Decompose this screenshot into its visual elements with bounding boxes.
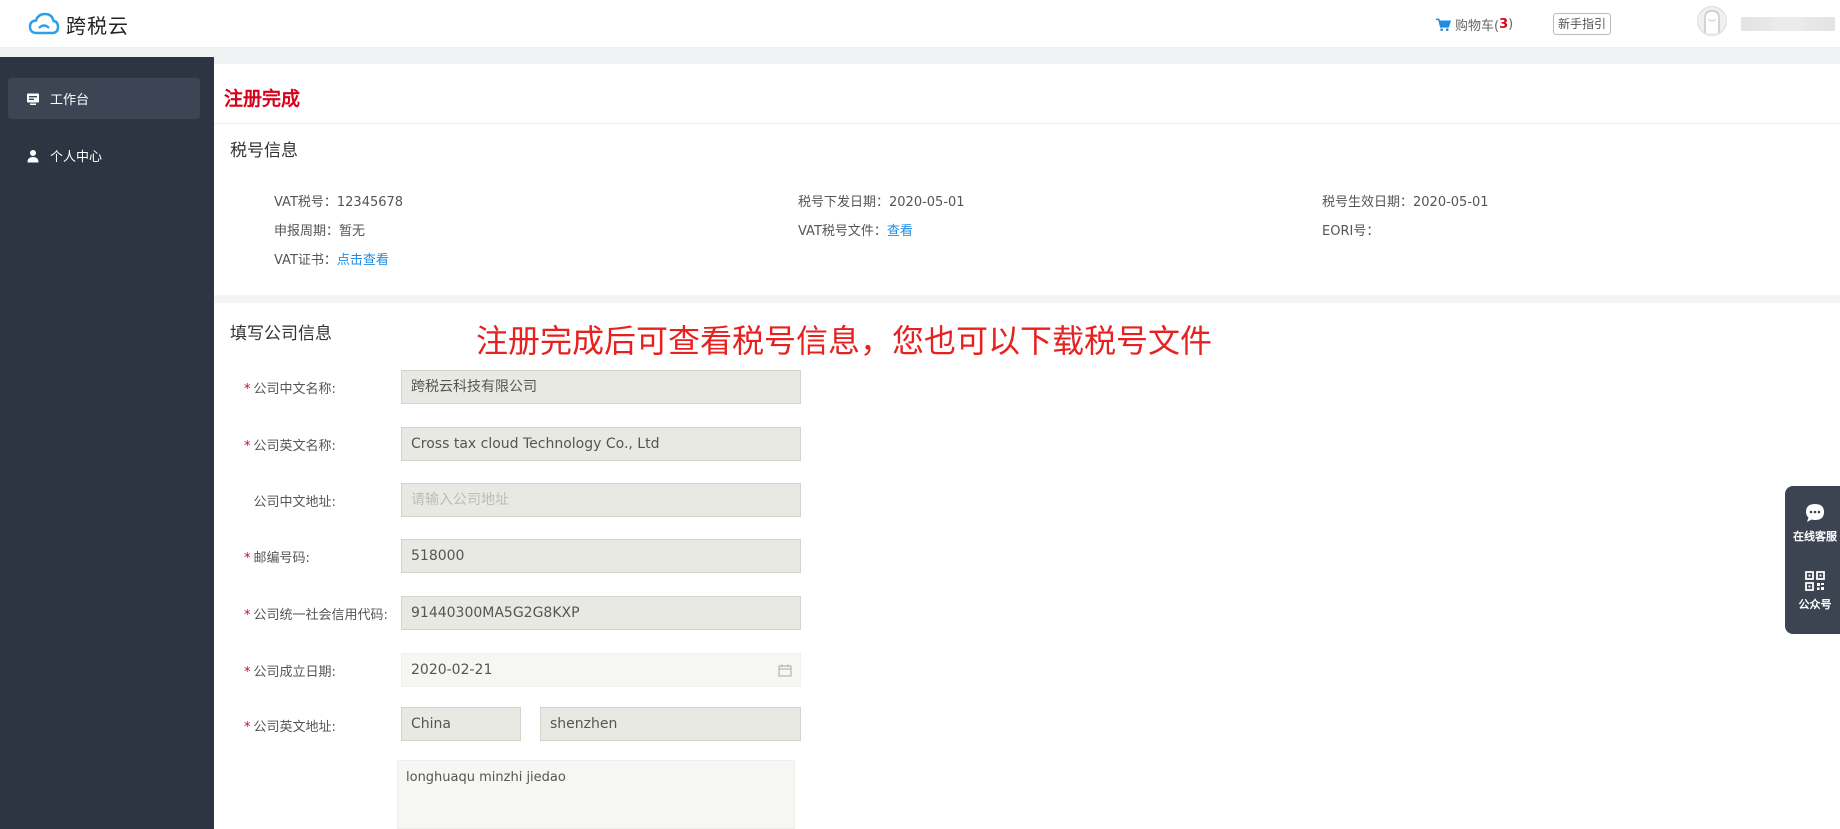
vat-cert-label: VAT证书： [274, 253, 337, 268]
required-marker: * [244, 665, 251, 680]
eori-label: EORI号： [1322, 224, 1380, 239]
cart-label-close: ) [1508, 17, 1514, 32]
en-name-label: 公司英文名称: [253, 439, 336, 454]
postcode-field[interactable]: 518000 [401, 539, 801, 573]
required-marker: * [244, 439, 251, 454]
vat-file-label: VAT税号文件： [798, 224, 887, 239]
postcode-label-wrap: * 邮编号码: [244, 547, 378, 566]
effective-date-row: 税号生效日期：2020-05-01 [1322, 191, 1489, 210]
en-address-label-wrap: * 公司英文地址: [244, 716, 378, 735]
avatar[interactable] [1697, 6, 1727, 36]
vat-number-row: VAT税号：12345678 [274, 191, 403, 210]
effective-date-value: 2020-05-01 [1413, 195, 1489, 210]
postcode-label: 邮编号码: [253, 551, 310, 566]
founded-label-wrap: * 公司成立日期: [244, 661, 378, 680]
annotation-note: 注册完成后可查看税号信息，您也可以下载税号文件 [476, 322, 1213, 360]
issue-date-label: 税号下发日期： [798, 195, 890, 210]
user-avatar-icon [1704, 10, 1720, 33]
filing-period-row: 申报周期：暂无 [274, 220, 365, 239]
credit-code-label: 公司统一社会信用代码: [253, 608, 388, 623]
cart-count-badge: 3 [1499, 17, 1509, 32]
cart-label: 购物车( [1455, 19, 1500, 34]
required-marker: * [244, 608, 251, 623]
cn-address-label: 公司中文地址: [253, 495, 336, 510]
section-divider [214, 295, 1840, 303]
city-field[interactable]: shenzhen [540, 707, 801, 741]
street-address-textarea[interactable]: longhuaqu minzhi jiedao [397, 760, 795, 829]
online-service-button[interactable]: 在线客服 [1785, 502, 1840, 544]
credit-code-field[interactable]: 91440300MA5G2G8KXP [401, 596, 801, 630]
top-header: 跨税云 购物车(3) 新手指引 [0, 0, 1840, 48]
chat-bubble-icon [1806, 504, 1824, 522]
founded-date-value: 2020-02-21 [411, 662, 493, 678]
page-title: 注册完成 [224, 88, 301, 110]
company-info-section-title: 填写公司信息 [230, 324, 332, 344]
online-service-label: 在线客服 [1793, 530, 1837, 543]
eori-row: EORI号： [1322, 220, 1379, 239]
title-bar: 注册完成 [214, 64, 1840, 124]
vat-file-row: VAT税号文件：查看 [798, 220, 913, 239]
required-marker: * [244, 720, 251, 735]
tax-info-section-title: 税号信息 [230, 141, 298, 161]
cn-name-field[interactable]: 跨税云科技有限公司 [401, 370, 801, 404]
vat-cert-view-link[interactable]: 点击查看 [337, 253, 389, 268]
effective-date-label: 税号生效日期： [1322, 195, 1414, 210]
main-content: 注册完成 税号信息 VAT税号：12345678 税号下发日期：2020-05-… [214, 64, 1840, 829]
vat-number-value: 12345678 [336, 195, 404, 210]
brand-logo[interactable]: 跨税云 [28, 8, 129, 40]
cn-name-label: 公司中文名称: [253, 382, 336, 397]
credit-code-label-wrap: * 公司统一社会信用代码: [244, 604, 388, 623]
cart-link[interactable]: 购物车(3) [1436, 15, 1513, 34]
en-name-label-wrap: * 公司英文名称: [244, 435, 378, 454]
username-blurred[interactable] [1741, 17, 1835, 31]
filing-period-value: 暂无 [339, 224, 366, 239]
founded-label: 公司成立日期: [253, 665, 336, 680]
cn-name-label-wrap: * 公司中文名称: [244, 378, 378, 397]
en-name-field[interactable]: Cross tax cloud Technology Co., Ltd [401, 427, 801, 461]
vat-file-view-link[interactable]: 查看 [887, 224, 913, 239]
brand-name: 跨税云 [66, 13, 129, 38]
sidebar-item-label: 个人中心 [50, 150, 103, 165]
country-field[interactable]: China [401, 707, 521, 741]
cn-address-field[interactable]: 请输入公司地址 [401, 483, 801, 517]
wechat-account-button[interactable]: 公众号 [1785, 570, 1840, 612]
issue-date-value: 2020-05-01 [889, 195, 965, 210]
issue-date-row: 税号下发日期：2020-05-01 [798, 191, 965, 210]
en-address-label: 公司英文地址: [253, 720, 336, 735]
sidebar-item-personal-center[interactable]: 个人中心 [8, 135, 200, 176]
cart-icon [1436, 18, 1451, 31]
float-service-panel: 在线客服 公众号 [1785, 486, 1840, 634]
qr-code-icon [1805, 571, 1825, 591]
sidebar: 工作台 个人中心 [0, 57, 214, 829]
workbench-icon [27, 93, 39, 105]
vat-cert-row: VAT证书：点击查看 [274, 249, 389, 268]
user-icon [27, 149, 39, 162]
wechat-account-label: 公众号 [1798, 598, 1832, 611]
calendar-icon [778, 664, 792, 677]
cn-address-label-wrap: *公司中文地址: [244, 491, 378, 510]
cloud-logo-icon [28, 12, 60, 35]
vat-number-label: VAT税号： [274, 195, 337, 210]
sidebar-item-workbench[interactable]: 工作台 [8, 78, 200, 119]
sidebar-item-label: 工作台 [50, 93, 90, 108]
required-marker: * [244, 382, 251, 397]
beginner-guide-button[interactable]: 新手指引 [1553, 13, 1612, 35]
founded-date-picker[interactable]: 2020-02-21 [401, 653, 801, 687]
filing-period-label: 申报周期： [274, 224, 340, 239]
required-marker: * [244, 551, 251, 566]
